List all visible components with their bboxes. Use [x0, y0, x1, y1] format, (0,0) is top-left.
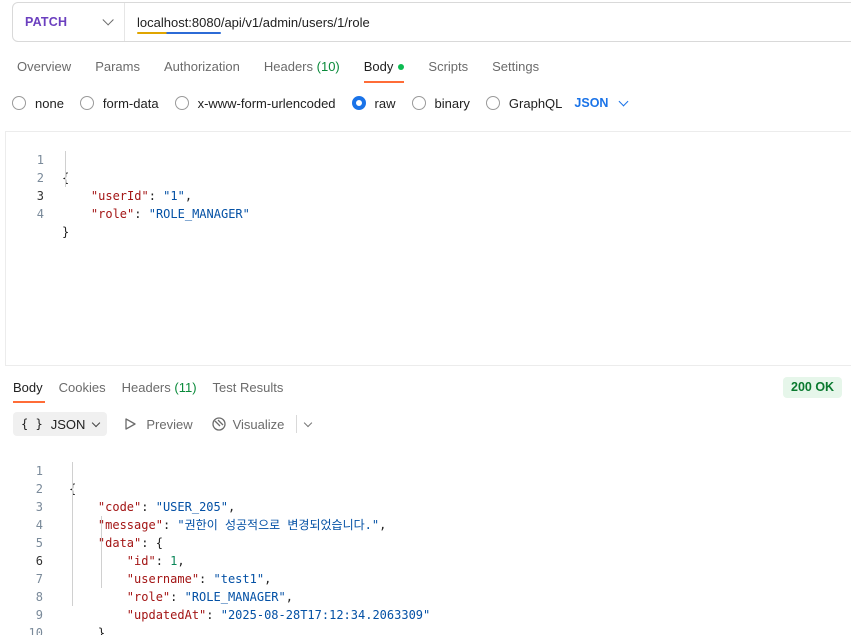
code-line: 2 "userId": "1",	[6, 151, 851, 203]
tab-scripts[interactable]: Scripts	[416, 52, 480, 82]
visualize-button[interactable]: Visualize	[211, 416, 285, 432]
request-url-bar: PATCH localhost:8080/api/v1/admin/users/…	[12, 2, 851, 42]
code-line: 3 "message": "권한이 성공적으로 변경되었습니다.",	[5, 480, 851, 532]
radio-label: form-data	[102, 95, 159, 111]
radio-circle-icon	[79, 96, 94, 110]
code-line: 7 "role": "ROLE_MANAGER",	[5, 552, 851, 604]
body-type-radios: none form-data x-www-form-urlencoded raw…	[12, 92, 629, 114]
response-toolbar: { } JSON Preview Visualize	[13, 412, 313, 436]
radio-label: GraphQL	[508, 95, 563, 111]
preview-label: Preview	[146, 416, 193, 432]
indent-guide	[72, 462, 73, 606]
url-input[interactable]: localhost:8080/api/v1/admin/users/1/role	[125, 14, 370, 34]
request-tabs: Overview Params Authorization Headers (1…	[0, 52, 551, 83]
response-tab-test-results[interactable]: Test Results	[205, 374, 292, 402]
json-brace: }	[97, 626, 106, 635]
tab-params[interactable]: Params	[83, 52, 152, 82]
code-line: 8 "updatedAt": "2025-08-28T17:12:34.2063…	[5, 570, 851, 622]
indent-guide	[65, 151, 66, 187]
code-line: 2 "code": "USER_205",	[5, 462, 851, 514]
play-icon	[125, 418, 137, 430]
radio-label: raw	[374, 95, 396, 111]
indent-guide	[101, 516, 102, 588]
tab-headers[interactable]: Headers (10)	[252, 52, 352, 82]
json-key: "role"	[90, 207, 135, 221]
http-method-label: PATCH	[25, 15, 68, 29]
response-tab-headers[interactable]: Headers (11)	[114, 374, 205, 402]
code-line: 10 }	[5, 606, 851, 635]
headers-count: (10)	[316, 59, 340, 74]
tab-body[interactable]: Body	[352, 52, 417, 83]
radio-circle-icon	[411, 96, 426, 110]
radio-label: x-www-form-urlencoded	[197, 95, 336, 111]
code-line: 1 {	[6, 133, 851, 185]
code-line: 1 {	[5, 444, 851, 496]
code-line: 5 "id": 1,	[5, 516, 851, 568]
response-tab-body[interactable]: Body	[0, 374, 51, 403]
modified-dot-icon	[398, 64, 405, 70]
tab-label: Settings	[492, 59, 540, 74]
radio-binary[interactable]: binary	[411, 95, 470, 111]
braces-icon: { }	[21, 417, 43, 431]
radio-graphql[interactable]: GraphQL	[485, 95, 563, 111]
preview-button[interactable]: Preview	[125, 416, 193, 432]
tab-label: Params	[95, 59, 140, 74]
response-tab-cookies[interactable]: Cookies	[51, 374, 114, 402]
raw-format-label: JSON	[574, 96, 609, 110]
tab-label: Body	[13, 380, 43, 395]
status-badge[interactable]: 200 OK	[783, 377, 843, 398]
json-brace: }	[62, 225, 70, 239]
response-body-viewer[interactable]: 1 { 2 "code": "USER_205", 3 "message": "…	[5, 444, 851, 635]
url-text: localhost:8080/api/v1/admin/users/1/role	[137, 14, 370, 30]
visualize-label: Visualize	[232, 416, 285, 432]
code-line: 9 }	[5, 588, 851, 635]
chevron-down-icon	[619, 96, 629, 106]
tab-label: Authorization	[163, 59, 240, 74]
code-line: 4 "data": {	[5, 498, 851, 550]
code-line: 6 "username": "test1",	[5, 534, 851, 586]
raw-format-select[interactable]: JSON	[574, 96, 629, 110]
line-number: 4	[36, 207, 44, 221]
line-number: 10	[28, 626, 43, 635]
url-variable-underline	[137, 31, 221, 34]
radio-label: binary	[434, 95, 470, 111]
tab-authorization[interactable]: Authorization	[152, 52, 252, 82]
tab-label: Overview	[17, 59, 72, 74]
response-tabs: Body Cookies Headers (11) Test Results	[0, 374, 292, 403]
radio-form-data[interactable]: form-data	[79, 95, 159, 111]
radio-circle-icon	[485, 96, 500, 110]
tab-label: Body	[363, 59, 394, 74]
headers-count: (11)	[174, 380, 197, 395]
radio-label: none	[35, 95, 64, 111]
code-line: 3 "role": "ROLE_MANAGER"	[6, 169, 851, 221]
tab-label: Test Results	[212, 380, 284, 395]
toolbar-divider	[296, 415, 298, 433]
request-body-editor[interactable]: 1 { 2 "userId": "1", 3 "role": "ROLE_MAN…	[5, 131, 851, 366]
tab-settings[interactable]: Settings	[480, 52, 551, 82]
json-string: "ROLE_MANAGER"	[148, 207, 250, 221]
radio-x-www-form-urlencoded[interactable]: x-www-form-urlencoded	[174, 95, 336, 111]
chevron-down-icon	[92, 418, 101, 427]
visualize-icon	[211, 417, 226, 431]
tab-label: Headers	[121, 380, 171, 395]
radio-raw[interactable]: raw	[351, 95, 396, 111]
chevron-down-icon[interactable]	[304, 418, 313, 427]
tab-label: Scripts	[428, 59, 469, 74]
code-line: 4 }	[6, 187, 851, 239]
tab-label: Cookies	[58, 380, 106, 395]
response-format-select[interactable]: { } JSON	[13, 412, 108, 436]
radio-circle-icon	[174, 96, 189, 110]
radio-circle-icon	[12, 96, 26, 110]
tab-overview[interactable]: Overview	[0, 52, 83, 82]
http-method-select[interactable]: PATCH	[13, 3, 125, 41]
response-format-label: JSON	[50, 416, 86, 432]
radio-none[interactable]: none	[12, 96, 64, 111]
tab-label: Headers	[263, 59, 314, 74]
radio-selected-icon	[351, 96, 366, 110]
chevron-down-icon	[102, 14, 114, 26]
